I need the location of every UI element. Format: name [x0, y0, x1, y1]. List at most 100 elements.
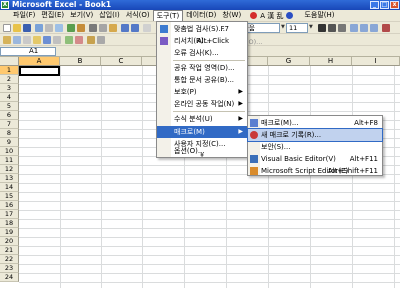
- row-header[interactable]: 19: [0, 228, 19, 237]
- row-header[interactable]: 14: [0, 183, 19, 192]
- row-header[interactable]: 15: [0, 192, 19, 201]
- maximize-button[interactable]: □: [380, 1, 389, 9]
- row-header[interactable]: 12: [0, 165, 19, 174]
- menu-item-macro[interactable]: 매크로(M) ▶: [157, 126, 247, 138]
- select-all-corner[interactable]: [0, 57, 19, 66]
- align-left-icon[interactable]: [350, 24, 358, 32]
- row-header[interactable]: 11: [0, 156, 19, 165]
- end-review-icon[interactable]: [97, 36, 105, 44]
- submenu-item-vba-editor[interactable]: Visual Basic Editor(V) Alt+F11: [248, 153, 382, 165]
- print-preview-icon[interactable]: [55, 24, 63, 32]
- submenu-item-macros[interactable]: 매크로(M)... Alt+F8: [248, 117, 382, 129]
- row-header[interactable]: 4: [0, 93, 19, 102]
- ink-icon[interactable]: [87, 36, 95, 44]
- menu-item-shared-workspace[interactable]: 공유 작업 영역(D)...: [157, 62, 247, 74]
- row-header[interactable]: 9: [0, 138, 19, 147]
- row-header[interactable]: 13: [0, 174, 19, 183]
- mail-icon[interactable]: [13, 36, 21, 44]
- redo-icon[interactable]: [131, 24, 139, 32]
- row-header[interactable]: 16: [0, 201, 19, 210]
- font-color-icon[interactable]: [382, 24, 390, 32]
- reject-icon[interactable]: [75, 36, 83, 44]
- undo-icon[interactable]: [121, 24, 129, 32]
- menu-window[interactable]: 창(W): [219, 10, 244, 21]
- reply-icon[interactable]: [43, 36, 51, 44]
- column-header-a[interactable]: A: [19, 57, 60, 66]
- row-header[interactable]: 18: [0, 219, 19, 228]
- row-header[interactable]: 22: [0, 255, 19, 264]
- row-header[interactable]: 3: [0, 84, 19, 93]
- row-header[interactable]: 17: [0, 210, 19, 219]
- cut-icon[interactable]: [89, 24, 97, 32]
- ime-toolbar[interactable]: A 漢 乱: [250, 11, 294, 21]
- copy-icon[interactable]: [99, 24, 107, 32]
- folder-icon[interactable]: [3, 36, 11, 44]
- column-header-h[interactable]: H: [310, 57, 352, 66]
- menu-file[interactable]: 파일(F): [10, 10, 38, 21]
- research-icon[interactable]: [77, 24, 85, 32]
- spelling-icon[interactable]: [67, 24, 75, 32]
- menu-item-share-workbook[interactable]: 통합 문서 공유(B)...: [157, 74, 247, 86]
- row-header[interactable]: 10: [0, 147, 19, 156]
- menu-insert[interactable]: 삽입(I): [96, 10, 122, 21]
- column-header-i[interactable]: I: [352, 57, 400, 66]
- row-header[interactable]: 7: [0, 120, 19, 129]
- row-header[interactable]: 20: [0, 237, 19, 246]
- minimize-button[interactable]: _: [370, 1, 379, 9]
- row-header[interactable]: 1: [0, 66, 19, 75]
- new-icon[interactable]: [3, 24, 11, 32]
- menu-view[interactable]: 보기(V): [67, 10, 96, 21]
- research-book-icon: [160, 37, 168, 45]
- accept-icon[interactable]: [65, 36, 73, 44]
- submenu-item-record-new-macro[interactable]: 새 매크로 기록(R)...: [247, 128, 383, 142]
- row-header[interactable]: 6: [0, 111, 19, 120]
- menu-item-formula-auditing[interactable]: 수식 분석(U) ▶: [157, 113, 247, 125]
- open-icon[interactable]: [13, 24, 21, 32]
- review-icon[interactable]: [53, 36, 61, 44]
- menu-item-online-collaboration[interactable]: 온라인 공동 작업(N) ▶: [157, 98, 247, 110]
- paste-icon[interactable]: [109, 24, 117, 32]
- bold-icon[interactable]: [318, 24, 326, 32]
- row-header[interactable]: 2: [0, 75, 19, 84]
- row-header[interactable]: 21: [0, 246, 19, 255]
- menu-tools[interactable]: 도구(T): [152, 10, 184, 21]
- font-size-field[interactable]: 11: [286, 23, 308, 33]
- submenu-item-label: Visual Basic Editor(V): [261, 155, 336, 163]
- menu-help[interactable]: 도움말(H): [301, 10, 337, 21]
- menu-edit[interactable]: 편집(E): [38, 10, 67, 21]
- menu-item-error-check[interactable]: 오류 검사(K)...: [157, 47, 247, 59]
- ime-label: A 漢 乱: [260, 11, 284, 20]
- save-icon[interactable]: [23, 24, 31, 32]
- menu-separator: [173, 111, 245, 112]
- submenu-item-security[interactable]: 보안(S)...: [248, 141, 382, 153]
- row-header[interactable]: 8: [0, 129, 19, 138]
- menu-item-protection[interactable]: 보호(P) ▶: [157, 86, 247, 98]
- font-size-dropdown-icon[interactable]: ▼: [309, 24, 313, 30]
- autosum-icon[interactable]: [143, 24, 151, 32]
- menu-item-spelling[interactable]: 맞춤법 검사(S)... F7: [157, 23, 247, 35]
- print-icon[interactable]: [45, 24, 53, 32]
- row-header[interactable]: 24: [0, 273, 19, 282]
- font-name-dropdown-icon[interactable]: ▼: [281, 24, 285, 30]
- menu-format[interactable]: 서식(O): [123, 10, 153, 21]
- track-icon[interactable]: [23, 36, 31, 44]
- submenu-item-label: 보안(S)...: [261, 143, 291, 151]
- menu-data[interactable]: 데이터(D): [183, 10, 219, 21]
- expand-menu-chevron-icon[interactable]: ¥: [157, 152, 247, 159]
- menu-item-research[interactable]: 리서치(R)... Alt+Click: [157, 35, 247, 47]
- submenu-item-script-editor[interactable]: Microsoft Script Editor(E) Alt+Shift+F11: [248, 165, 382, 177]
- row-header[interactable]: 23: [0, 264, 19, 273]
- permission-icon[interactable]: [35, 24, 43, 32]
- active-cell-a1[interactable]: [19, 66, 60, 76]
- column-header-c[interactable]: C: [101, 57, 142, 66]
- italic-icon[interactable]: [328, 24, 336, 32]
- column-header-b[interactable]: B: [60, 57, 101, 66]
- underline-icon[interactable]: [338, 24, 346, 32]
- name-box[interactable]: A1: [0, 47, 56, 56]
- row-header[interactable]: 5: [0, 102, 19, 111]
- comment-icon[interactable]: [33, 36, 41, 44]
- column-header-g[interactable]: G: [268, 57, 310, 66]
- align-center-icon[interactable]: [360, 24, 368, 32]
- align-right-icon[interactable]: [370, 24, 378, 32]
- close-button[interactable]: x: [390, 1, 399, 9]
